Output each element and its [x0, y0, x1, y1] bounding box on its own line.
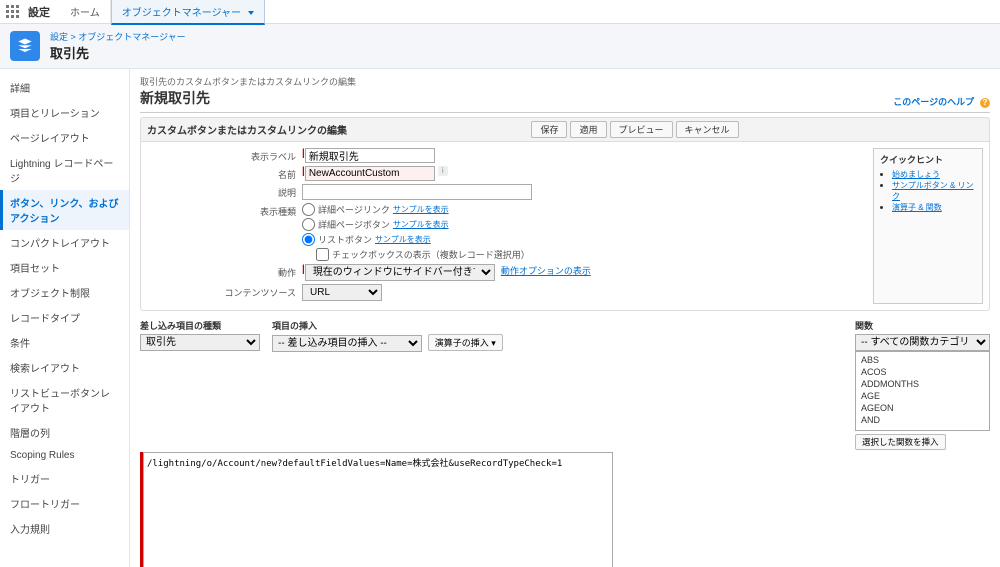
breadcrumb: 設定 > オブジェクトマネージャー — [50, 30, 186, 43]
label-name: 名前 — [147, 166, 302, 181]
save-button-top[interactable]: 保存 — [531, 121, 567, 138]
insert-function-button[interactable]: 選択した関数を挿入 — [855, 434, 946, 450]
breadcrumb-setup[interactable]: 設定 — [50, 32, 68, 42]
displaylabel-input[interactable] — [305, 148, 435, 163]
label-displaylabel: 表示ラベル — [147, 148, 302, 163]
label-desc: 説明 — [147, 184, 302, 199]
insert-operator-button[interactable]: 演算子の挿入 ▾ — [428, 334, 503, 351]
hint-title: クイックヒント — [880, 153, 976, 166]
label-behavior: 動作 — [147, 264, 302, 279]
insertfield-label: 項目の挿入 — [272, 319, 503, 332]
sidebar-item-conditions[interactable]: 条件 — [0, 330, 129, 355]
setup-title: 設定 — [28, 4, 50, 20]
cancel-button-top[interactable]: キャンセル — [676, 121, 739, 138]
editor-controls: 差し込み項目の種類 取引先 項目の挿入 -- 差し込み項目の挿入 -- 演算子の… — [140, 319, 990, 450]
radio-listbutton[interactable]: リストボタン サンプルを表示 — [302, 233, 530, 246]
url-code-textarea[interactable] — [143, 452, 613, 567]
page-title: 新規取引先 — [140, 88, 210, 108]
sidebar-item-recordtypes[interactable]: レコードタイプ — [0, 305, 129, 330]
preview-button-top[interactable]: プレビュー — [610, 121, 673, 138]
object-title: 取引先 — [50, 43, 186, 62]
function-list[interactable]: ABS ACOS ADDMONTHS AGE AGEON AND — [855, 351, 990, 431]
behavior-select[interactable]: 現在のウィンドウにサイドバー付きで表示 — [305, 264, 495, 281]
sample-link-1[interactable]: サンプルを表示 — [393, 204, 449, 215]
tab-home[interactable]: ホーム — [60, 0, 111, 23]
sidebar-item-details[interactable]: 詳細 — [0, 75, 129, 100]
checkbox-multiselect[interactable]: チェックボックスの表示（複数レコード選択用） — [316, 248, 530, 261]
sidebar-item-triggers[interactable]: トリガー — [0, 466, 129, 491]
sidebar: 詳細 項目とリレーション ページレイアウト Lightning レコードページ … — [0, 69, 130, 567]
function-category-select[interactable]: -- すべての関数カテゴリ -- — [855, 334, 990, 351]
sidebar-item-fieldsets[interactable]: 項目セット — [0, 255, 129, 280]
sidebar-item-listviewbtn[interactable]: リストビューボタンレイアウト — [0, 380, 129, 420]
func-item[interactable]: AND — [858, 414, 987, 426]
func-item[interactable]: ACOS — [858, 366, 987, 378]
chevron-down-icon — [248, 11, 254, 15]
func-item[interactable]: ABS — [858, 354, 987, 366]
sample-link-3[interactable]: サンプルを表示 — [375, 234, 431, 245]
quick-hints: クイックヒント 始めましょう サンプルボタン & リンク 演算子 & 関数 — [873, 148, 983, 304]
sidebar-item-scoping[interactable]: Scoping Rules — [0, 445, 129, 466]
sidebar-item-lightning[interactable]: Lightning レコードページ — [0, 150, 129, 190]
object-icon — [10, 31, 40, 61]
global-header: 設定 ホーム オブジェクトマネージャー — [0, 0, 1000, 24]
sidebar-item-hierarchy[interactable]: 階層の列 — [0, 420, 129, 445]
info-icon[interactable]: i — [438, 166, 448, 176]
main-content: 取引先のカスタムボタンまたはカスタムリンクの編集 新規取引先 このページのヘルプ… — [130, 69, 1000, 567]
sample-link-2[interactable]: サンプルを表示 — [393, 219, 449, 230]
tab-object-manager[interactable]: オブジェクトマネージャー — [111, 0, 265, 25]
mergefield-type-select[interactable]: 取引先 — [140, 334, 260, 351]
sidebar-item-compact[interactable]: コンパクトレイアウト — [0, 230, 129, 255]
hint-link-ops[interactable]: 演算子 & 関数 — [892, 203, 942, 212]
sidebar-item-pagelayouts[interactable]: ページレイアウト — [0, 125, 129, 150]
app-launcher-icon[interactable] — [4, 3, 22, 21]
radio-pagebutton[interactable]: 詳細ページボタン サンプルを表示 — [302, 218, 530, 231]
section-header: カスタムボタンまたはカスタムリンクの編集 保存 適用 プレビュー キャンセル — [140, 117, 990, 142]
name-input[interactable] — [305, 166, 435, 181]
func-item[interactable]: AGEON — [858, 402, 987, 414]
label-source: コンテンツソース — [147, 284, 302, 299]
sidebar-item-validation[interactable]: 入力規則 — [0, 516, 129, 541]
sidebar-item-flowtriggers[interactable]: フロートリガー — [0, 491, 129, 516]
hint-link-samples[interactable]: サンプルボタン & リンク — [892, 181, 974, 201]
help-link[interactable]: このページのヘルプ — [893, 97, 974, 107]
hint-link-start[interactable]: 始めましょう — [892, 170, 940, 179]
radio-pagelink[interactable]: 詳細ページリンク サンプルを表示 — [302, 203, 530, 216]
func-item[interactable]: AGE — [858, 390, 987, 402]
tab-object-manager-label: オブジェクトマネージャー — [122, 8, 241, 19]
function-label: 関数 — [855, 319, 990, 332]
section-title: カスタムボタンまたはカスタムリンクの編集 — [147, 122, 347, 137]
breadcrumb-objmgr[interactable]: オブジェクトマネージャー — [78, 32, 185, 42]
page-crumb: 取引先のカスタムボタンまたはカスタムリンクの編集 — [140, 75, 990, 88]
sidebar-item-buttons[interactable]: ボタン、リンク、およびアクション — [0, 190, 129, 230]
form-area: 表示ラベル 名前 i 説明 表示種類 詳細ページリンク — [140, 142, 990, 311]
apply-button-top[interactable]: 適用 — [570, 121, 606, 138]
insertfield-select[interactable]: -- 差し込み項目の挿入 -- — [272, 335, 422, 352]
mergefield-type-label: 差し込み項目の種類 — [140, 319, 260, 332]
object-banner: 設定 > オブジェクトマネージャー 取引先 — [0, 24, 1000, 69]
sidebar-item-searchlayout[interactable]: 検索レイアウト — [0, 355, 129, 380]
sidebar-item-fields[interactable]: 項目とリレーション — [0, 100, 129, 125]
source-select[interactable]: URL — [302, 284, 382, 301]
func-item[interactable]: ADDMONTHS — [858, 378, 987, 390]
desc-input[interactable] — [302, 184, 532, 200]
label-type: 表示種類 — [147, 203, 302, 218]
behavior-options-link[interactable]: 動作オプションの表示 — [501, 264, 591, 277]
help-icon[interactable]: ? — [980, 98, 990, 108]
sidebar-item-limits[interactable]: オブジェクト制限 — [0, 280, 129, 305]
